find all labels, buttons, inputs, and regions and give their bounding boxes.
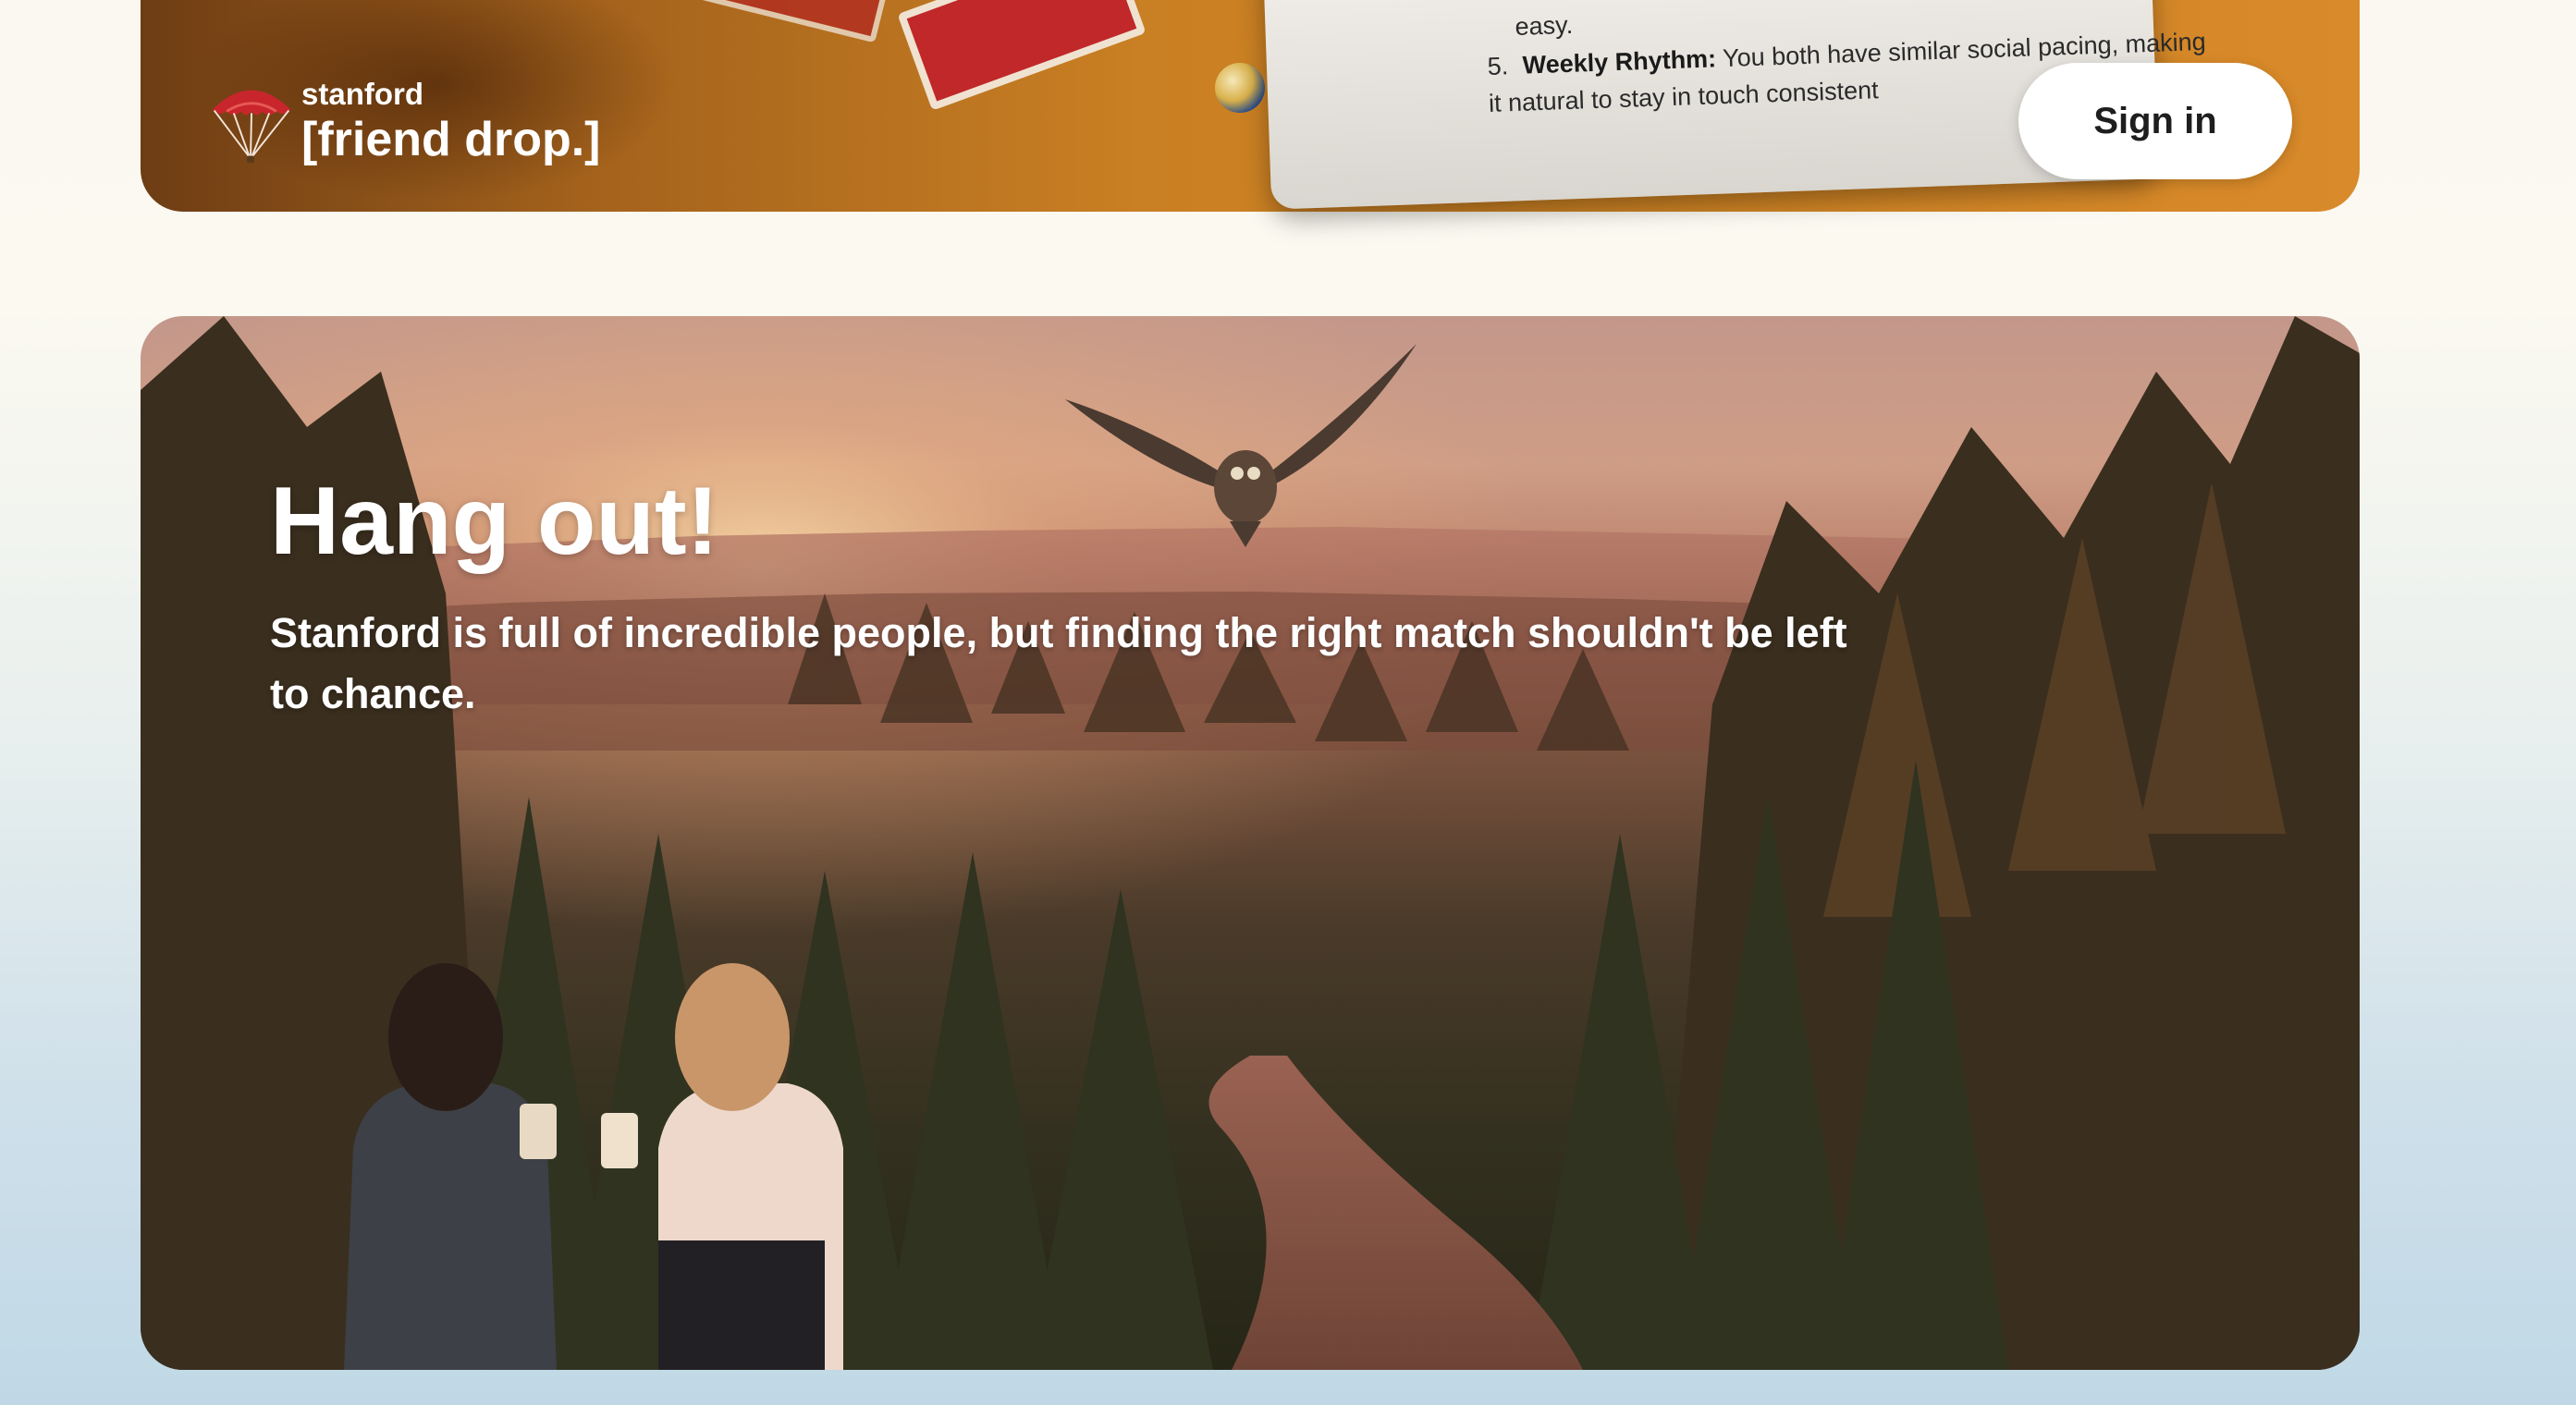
logo-main-text: [friend drop.] xyxy=(301,113,601,166)
banner-towel-decoration xyxy=(684,0,893,43)
site-logo[interactable]: stanford [friend drop.] xyxy=(207,78,601,168)
banner-towel-decoration xyxy=(897,0,1147,111)
hero-title: Hang out! xyxy=(270,468,719,575)
info-card-tail-text: easy. xyxy=(1515,10,1574,41)
logo-small-text: stanford xyxy=(301,77,423,111)
parachute-icon xyxy=(212,90,291,164)
info-list-title: Weekly Rhythm: xyxy=(1522,44,1717,79)
hero-card: Hang out! Stanford is full of incredible… xyxy=(141,316,2360,1370)
sign-in-button[interactable]: Sign in xyxy=(2018,63,2292,179)
info-list-number: 5. xyxy=(1487,52,1509,80)
volleyball-decoration xyxy=(1215,63,1265,113)
hero-subtitle: Stanford is full of incredible people, b… xyxy=(270,609,1847,717)
